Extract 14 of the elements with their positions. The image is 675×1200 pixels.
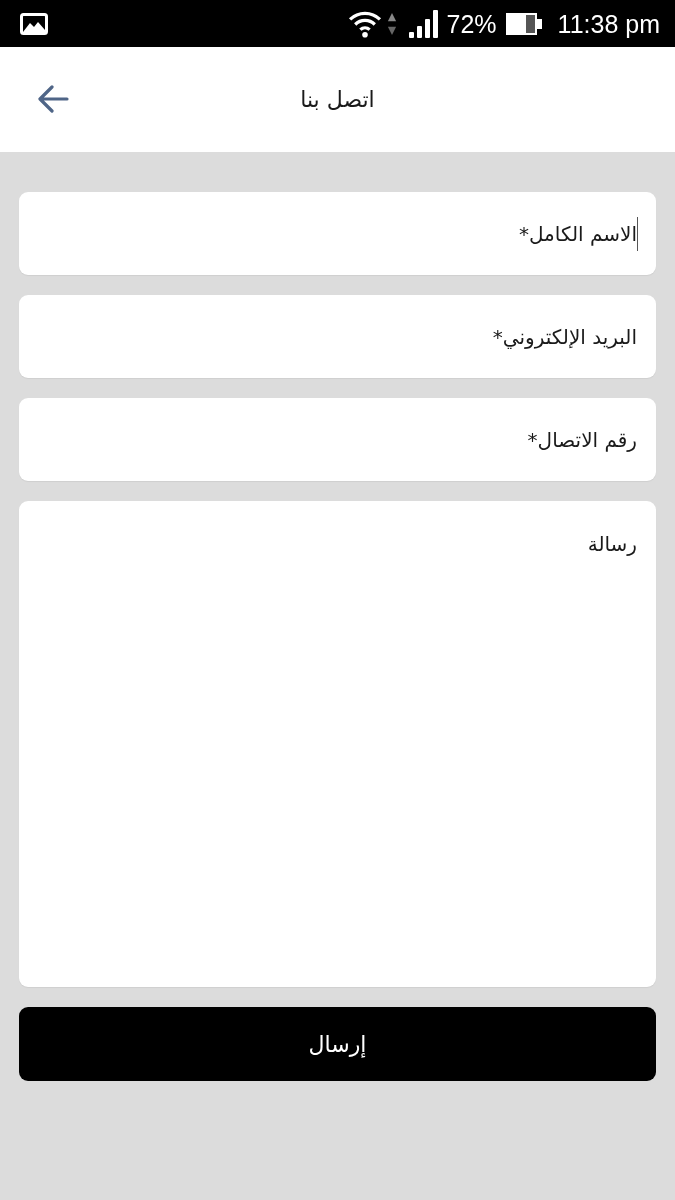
back-arrow-icon[interactable] — [37, 85, 69, 113]
battery-percent: 72% — [446, 8, 497, 39]
battery-icon — [505, 12, 542, 35]
signal-icon — [408, 9, 439, 38]
clock-time: 11:38 pm — [557, 8, 660, 39]
page-title: اتصل بنا — [300, 85, 375, 114]
message-textarea[interactable]: رسالة — [19, 501, 656, 987]
text-input-field[interactable]: البريد الإلكتروني* — [19, 295, 656, 378]
send-button[interactable]: إرسال — [19, 1007, 656, 1081]
image-icon — [20, 12, 48, 35]
data-arrows-icon — [386, 11, 397, 36]
wifi-icon — [347, 9, 382, 38]
text-input-field[interactable]: الاسم الكامل* — [19, 192, 656, 275]
text-input-field[interactable]: رقم الاتصال* — [19, 398, 656, 481]
